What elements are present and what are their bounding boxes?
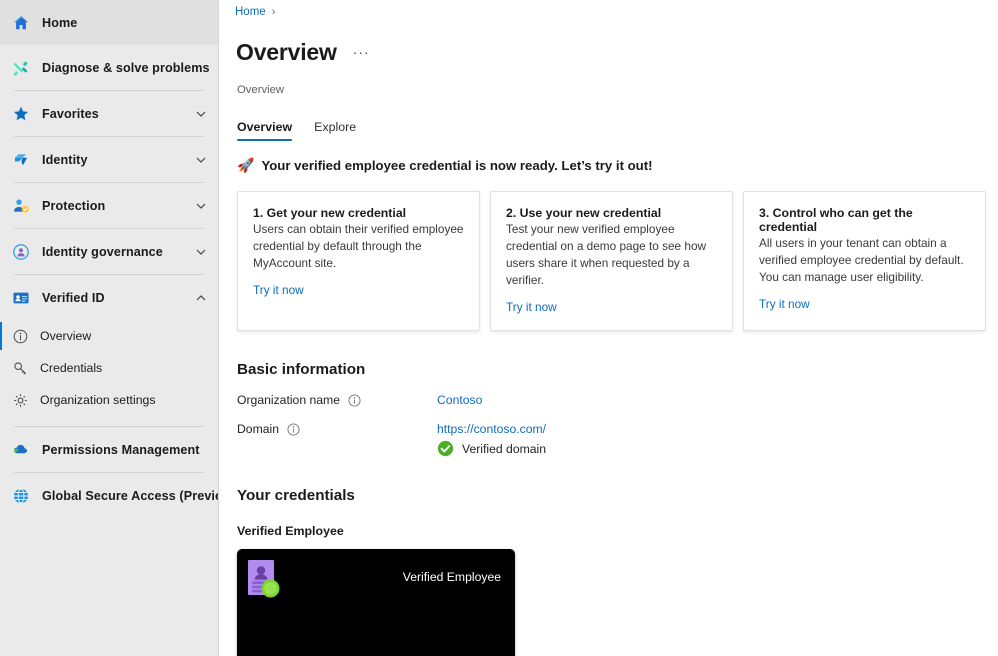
title-row: Overview ··· bbox=[219, 18, 998, 80]
identity-governance-icon bbox=[11, 242, 31, 262]
organization-name-label-group: Organization name bbox=[237, 393, 437, 407]
wrench-screwdriver-icon bbox=[11, 58, 31, 78]
card-use-new-credential: 2. Use your new credential Test your new… bbox=[490, 190, 733, 332]
tab-overview[interactable]: Overview bbox=[237, 120, 293, 141]
tab-explore[interactable]: Explore bbox=[314, 120, 356, 141]
credential-card-title: Verified Employee bbox=[402, 570, 501, 585]
credential-card-preview[interactable]: Verified Employee Contoso bbox=[237, 549, 515, 656]
key-icon bbox=[11, 359, 29, 377]
card-get-new-credential: 1. Get your new credential Users can obt… bbox=[237, 190, 480, 332]
sidebar-item-label: Verified ID bbox=[42, 290, 105, 305]
chevron-down-icon[interactable] bbox=[194, 153, 208, 167]
info-circle-icon[interactable] bbox=[348, 394, 361, 407]
card-body: Users can obtain their verified employee… bbox=[253, 221, 464, 270]
domain-value[interactable]: https://contoso.com/ bbox=[437, 422, 546, 436]
card-try-it-now-link[interactable]: Try it now bbox=[253, 283, 304, 297]
tab-list: Overview Explore bbox=[237, 112, 998, 141]
rocket-icon: 🚀 bbox=[237, 157, 255, 174]
home-icon bbox=[11, 13, 31, 33]
sidebar-subitem-label: Organization settings bbox=[40, 393, 156, 407]
domain-status-text: Verified domain bbox=[462, 441, 547, 456]
content-area: 🚀 Your verified employee credential is n… bbox=[219, 158, 998, 656]
card-title: 3. Control who can get the credential bbox=[759, 205, 913, 234]
card-title: 1. Get your new credential bbox=[253, 205, 407, 220]
sidebar-navigation: Home Diagnose & solve problems Favorites bbox=[0, 0, 219, 656]
chevron-down-icon[interactable] bbox=[194, 199, 208, 213]
domain-status-badge: Verified domain bbox=[437, 440, 546, 457]
credential-name: Verified Employee bbox=[237, 524, 344, 539]
card-control-who-can-get-credential: 3. Control who can get the credential Al… bbox=[743, 190, 986, 332]
cloud-icon bbox=[11, 440, 31, 460]
breadcrumb: Home › bbox=[219, 0, 998, 18]
domain-label-group: Domain bbox=[237, 422, 437, 436]
verified-id-card-icon bbox=[11, 288, 31, 308]
getting-started-cards: 1. Get your new credential Users can obt… bbox=[237, 190, 998, 332]
sidebar-item-identity[interactable]: Identity bbox=[0, 137, 218, 182]
page-title: Overview bbox=[236, 39, 337, 66]
organization-name-value[interactable]: Contoso bbox=[437, 393, 482, 407]
sidebar-subitem-organization-settings[interactable]: Organization settings bbox=[0, 384, 218, 416]
chevron-down-icon[interactable] bbox=[194, 245, 208, 259]
sidebar-item-label: Home bbox=[42, 15, 78, 30]
protection-user-shield-icon bbox=[11, 196, 31, 216]
breadcrumb-home-link[interactable]: Home bbox=[235, 6, 266, 18]
organization-name-label: Organization name bbox=[237, 393, 340, 408]
chevron-down-icon[interactable] bbox=[194, 107, 208, 121]
sidebar-item-label: Identity bbox=[42, 152, 88, 167]
basic-information-heading: Basic information bbox=[237, 361, 366, 379]
main-content: Home › Overview ··· Overview Overview Ex… bbox=[219, 0, 998, 656]
sidebar-item-label: Favorites bbox=[42, 106, 99, 121]
sidebar-item-label: Protection bbox=[42, 198, 106, 213]
sidebar-item-verified-id[interactable]: Verified ID bbox=[0, 275, 218, 320]
organization-name-row: Organization name Contoso bbox=[237, 393, 998, 407]
sidebar-subitem-credentials[interactable]: Credentials bbox=[0, 352, 218, 384]
sidebar-item-permissions-management[interactable]: Permissions Management bbox=[0, 427, 218, 472]
card-body: All users in your tenant can obtain a ve… bbox=[759, 235, 964, 284]
chevron-up-icon[interactable] bbox=[194, 291, 208, 305]
sidebar-subitem-label: Credentials bbox=[40, 361, 103, 375]
verified-check-icon bbox=[437, 440, 454, 457]
sidebar-subitem-label: Overview bbox=[40, 329, 92, 343]
ready-banner-text: Your verified employee credential is now… bbox=[261, 157, 653, 173]
gear-icon bbox=[11, 391, 29, 409]
ready-banner: 🚀 Your verified employee credential is n… bbox=[237, 158, 998, 173]
card-title: 2. Use your new credential bbox=[506, 205, 662, 220]
sidebar-item-label: Diagnose & solve problems bbox=[42, 60, 210, 75]
azure-portal-page: Home Diagnose & solve problems Favorites bbox=[0, 0, 998, 656]
credential-badge-icon bbox=[248, 560, 285, 601]
sidebar-item-identity-governance[interactable]: Identity governance bbox=[0, 229, 218, 274]
breadcrumb-separator-icon: › bbox=[271, 6, 276, 18]
more-options-icon[interactable]: ··· bbox=[353, 45, 370, 59]
domain-label: Domain bbox=[237, 422, 279, 437]
star-icon bbox=[11, 104, 31, 124]
sidebar-item-favorites[interactable]: Favorites bbox=[0, 91, 218, 136]
sidebar-item-global-secure-access[interactable]: Global Secure Access (Preview) bbox=[0, 473, 218, 518]
sidebar-item-label: Global Secure Access (Preview) bbox=[42, 488, 219, 503]
organization-name-value-group: Contoso bbox=[437, 393, 482, 407]
domain-row: Domain https://contoso.com/ Verified dom… bbox=[237, 422, 998, 457]
card-try-it-now-link[interactable]: Try it now bbox=[759, 297, 810, 311]
card-try-it-now-link[interactable]: Try it now bbox=[506, 300, 557, 314]
sidebar-item-protection[interactable]: Protection bbox=[0, 183, 218, 228]
sidebar-item-label: Permissions Management bbox=[42, 442, 200, 457]
your-credentials-heading: Your credentials bbox=[237, 487, 355, 505]
identity-diamond-icon bbox=[11, 150, 31, 170]
sidebar-subitem-overview[interactable]: Overview bbox=[0, 320, 218, 352]
info-circle-icon[interactable] bbox=[287, 423, 300, 436]
domain-value-group: https://contoso.com/ Verified domain bbox=[437, 422, 546, 457]
sidebar-item-diagnose-solve-problems[interactable]: Diagnose & solve problems bbox=[0, 45, 218, 90]
page-subtitle: Overview bbox=[237, 83, 285, 96]
sidebar-item-home[interactable]: Home bbox=[0, 0, 218, 45]
sidebar-item-label: Identity governance bbox=[42, 244, 163, 259]
info-circle-icon bbox=[11, 327, 29, 345]
card-body: Test your new verified employee credenti… bbox=[506, 221, 707, 288]
globe-icon bbox=[11, 486, 31, 506]
